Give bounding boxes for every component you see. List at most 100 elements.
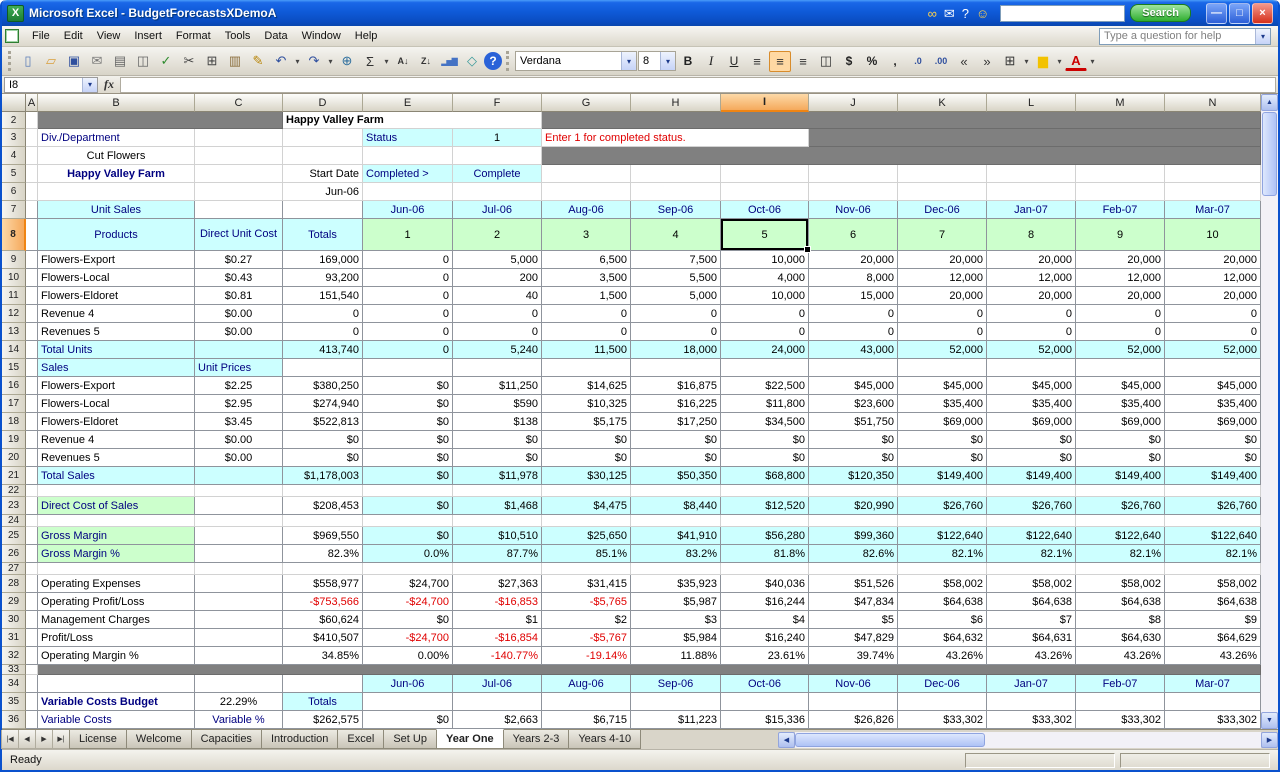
cell-B4[interactable]: Cut Flowers [38,147,195,165]
cell-F17[interactable]: $590 [453,395,542,413]
cell-G22[interactable] [542,485,631,497]
cell-J19[interactable]: $0 [809,431,898,449]
cell-E8[interactable]: 1 [363,219,453,251]
cell-N22[interactable] [1165,485,1261,497]
cell-B16[interactable]: Flowers-Export [38,377,195,395]
cell-B8[interactable]: Products [38,219,195,251]
row-header-12[interactable]: 12 [2,305,26,323]
cell-M14[interactable]: 52,000 [1076,341,1165,359]
cell-D30[interactable]: $60,624 [283,611,363,629]
cell-I31[interactable]: $16,240 [721,629,809,647]
cell-E28[interactable]: $24,700 [363,575,453,593]
cell-G6[interactable] [542,183,631,201]
cell-B21[interactable]: Total Sales [38,467,195,485]
cell-F22[interactable] [453,485,542,497]
cell-N6[interactable] [1165,183,1261,201]
toolbar-grip[interactable] [8,51,13,71]
row-header-10[interactable]: 10 [2,269,26,287]
cell-D35[interactable]: Totals [283,693,363,711]
row-header-25[interactable]: 25 [2,527,26,545]
cell-F25[interactable]: $10,510 [453,527,542,545]
cell-L11[interactable]: 20,000 [987,287,1076,305]
cell-I7[interactable]: Oct-06 [721,201,809,219]
cell-L14[interactable]: 52,000 [987,341,1076,359]
cell-N32[interactable]: 43.26% [1165,647,1261,665]
cell-A13[interactable] [26,323,38,341]
fill-color-icon[interactable]: ▆ [1032,51,1054,72]
mail-icon[interactable]: ✉ [86,51,108,72]
cell-A28[interactable] [26,575,38,593]
cell-I29[interactable]: $16,244 [721,593,809,611]
cell-D15[interactable] [283,359,363,377]
autosum-icon-dropdown[interactable]: ▾ [382,57,391,66]
user-icon[interactable]: ☺ [976,7,989,20]
scroll-down-button[interactable]: ▼ [1261,712,1278,729]
cell-J26[interactable]: 82.6% [809,545,898,563]
align-center-icon[interactable]: ≡ [769,50,791,72]
menu-item-format[interactable]: Format [169,28,218,44]
cell-F19[interactable]: $0 [453,431,542,449]
cell-B23[interactable]: Direct Cost of Sales [38,497,195,515]
previous-sheet-button[interactable]: ◀ [18,730,36,749]
row-header-26[interactable]: 26 [2,545,26,563]
column-header-K[interactable]: K [898,94,987,112]
chevron-down-icon[interactable]: ▾ [1255,28,1270,44]
cell-M28[interactable]: $58,002 [1076,575,1165,593]
cell-I26[interactable]: 81.8% [721,545,809,563]
cell-K25[interactable]: $122,640 [898,527,987,545]
cell-I35[interactable] [721,693,809,711]
cell-K7[interactable]: Dec-06 [898,201,987,219]
cell-F36[interactable]: $2,663 [453,711,542,729]
fill-color-icon-dropdown[interactable]: ▾ [1055,57,1064,66]
cell-K30[interactable]: $6 [898,611,987,629]
cell-I5[interactable] [721,165,809,183]
row-header-21[interactable]: 21 [2,467,26,485]
cell-K9[interactable]: 20,000 [898,251,987,269]
cell-K20[interactable]: $0 [898,449,987,467]
row-header-16[interactable]: 16 [2,377,26,395]
cell-C8[interactable]: Direct Unit Cost [195,219,283,251]
help-badge-icon[interactable]: ? [962,7,969,20]
cell-A6[interactable] [26,183,38,201]
cell-D7[interactable] [283,201,363,219]
redo-icon-dropdown[interactable]: ▾ [326,57,335,66]
row-header-36[interactable]: 36 [2,711,26,729]
sort-ascending-icon[interactable]: A↓ [392,51,414,72]
cell-D14[interactable]: 413,740 [283,341,363,359]
cell-A12[interactable] [26,305,38,323]
cell-C22[interactable] [195,485,283,497]
cell-N21[interactable]: $149,400 [1165,467,1261,485]
align-right-icon[interactable]: ≡ [792,51,814,72]
cell-D4[interactable] [283,147,363,165]
cell-J13[interactable]: 0 [809,323,898,341]
column-header-H[interactable]: H [631,94,721,112]
cell-I17[interactable]: $11,800 [721,395,809,413]
cell-J24[interactable] [809,515,898,527]
cell-F23[interactable]: $1,468 [453,497,542,515]
cell-G35[interactable] [542,693,631,711]
cell-D29[interactable]: -$753,566 [283,593,363,611]
drawing-icon[interactable]: ◇ [461,51,483,72]
cell-G11[interactable]: 1,500 [542,287,631,305]
row-header-22[interactable]: 22 [2,485,26,497]
cell-A15[interactable] [26,359,38,377]
cell-G21[interactable]: $30,125 [542,467,631,485]
new-document-icon[interactable]: ▯ [17,51,39,72]
cell-C18[interactable]: $3.45 [195,413,283,431]
cell-M22[interactable] [1076,485,1165,497]
cell-K23[interactable]: $26,760 [898,497,987,515]
cell-K21[interactable]: $149,400 [898,467,987,485]
cell-A27[interactable] [26,563,38,575]
cell-G9[interactable]: 6,500 [542,251,631,269]
cell-C25[interactable] [195,527,283,545]
cell-E27[interactable] [363,563,453,575]
cell-B31[interactable]: Profit/Loss [38,629,195,647]
print-preview-icon[interactable]: ◫ [132,51,154,72]
cell-M23[interactable]: $26,760 [1076,497,1165,515]
format-painter-icon[interactable]: ✎ [247,51,269,72]
cell-E5[interactable]: Completed > [363,165,453,183]
cell-E17[interactable]: $0 [363,395,453,413]
cell-H16[interactable]: $16,875 [631,377,721,395]
cell-J20[interactable]: $0 [809,449,898,467]
cell-B32[interactable]: Operating Margin % [38,647,195,665]
